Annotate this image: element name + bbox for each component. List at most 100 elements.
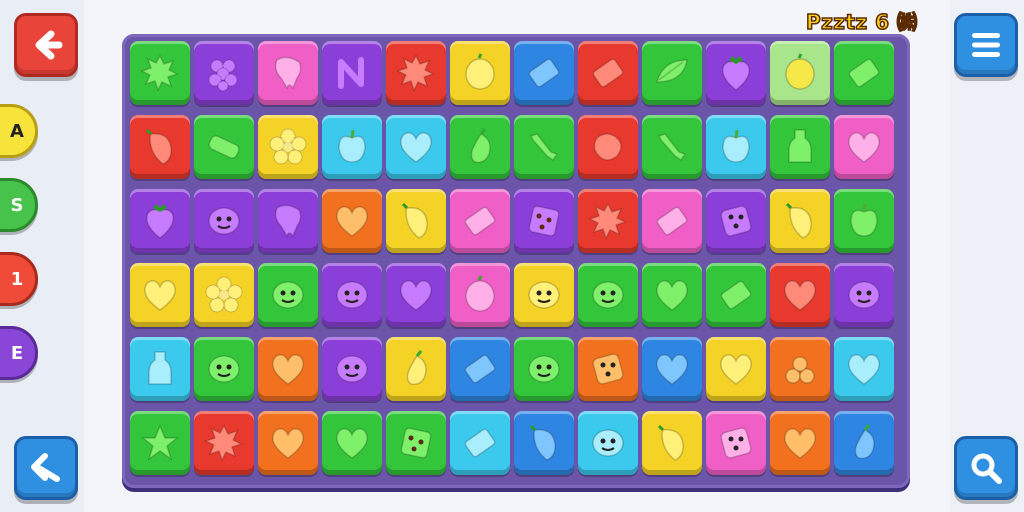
tile[interactable] <box>450 337 510 401</box>
tile[interactable] <box>130 41 190 105</box>
tile[interactable] <box>834 189 894 253</box>
tile[interactable] <box>258 411 318 475</box>
tile[interactable] <box>706 115 766 179</box>
tile[interactable] <box>642 41 702 105</box>
tile[interactable] <box>834 263 894 327</box>
tile[interactable] <box>450 115 510 179</box>
tile[interactable] <box>386 41 446 105</box>
tile[interactable] <box>130 115 190 179</box>
bottle-icon <box>148 351 172 385</box>
pepper-icon <box>785 202 812 239</box>
tile[interactable] <box>450 41 510 105</box>
tile[interactable] <box>258 189 318 253</box>
tile[interactable] <box>514 337 574 401</box>
tile[interactable] <box>514 263 574 327</box>
tile[interactable] <box>386 189 446 253</box>
tile[interactable] <box>258 337 318 401</box>
tile[interactable] <box>834 115 894 179</box>
heart-icon <box>784 280 816 311</box>
tile[interactable] <box>578 189 638 253</box>
tile[interactable] <box>194 115 254 179</box>
tile[interactable] <box>770 189 830 253</box>
tile[interactable] <box>770 411 830 475</box>
tile[interactable] <box>130 189 190 253</box>
tile[interactable] <box>258 115 318 179</box>
tile[interactable] <box>258 263 318 327</box>
tile[interactable] <box>706 189 766 253</box>
tile[interactable] <box>642 115 702 179</box>
tile[interactable] <box>578 41 638 105</box>
pepper-icon <box>529 424 556 461</box>
menu-button[interactable] <box>954 13 1018 77</box>
tile[interactable] <box>834 337 894 401</box>
tile[interactable] <box>322 411 382 475</box>
back-button[interactable] <box>14 13 78 77</box>
tile[interactable] <box>514 411 574 475</box>
tile[interactable] <box>642 189 702 253</box>
tile[interactable] <box>642 337 702 401</box>
strawberry-icon <box>722 56 750 91</box>
tile[interactable] <box>642 411 702 475</box>
tile[interactable] <box>386 337 446 401</box>
face-icon <box>272 281 304 309</box>
tile[interactable] <box>130 411 190 475</box>
tile[interactable] <box>322 263 382 327</box>
face-icon <box>208 355 240 383</box>
tile[interactable] <box>450 263 510 327</box>
tile[interactable] <box>706 41 766 105</box>
tile[interactable] <box>514 41 574 105</box>
tile[interactable] <box>706 337 766 401</box>
tile[interactable] <box>642 263 702 327</box>
tile[interactable] <box>578 337 638 401</box>
search-button[interactable] <box>954 436 1018 500</box>
tile[interactable] <box>450 411 510 475</box>
tile[interactable] <box>194 411 254 475</box>
strawberry-icon <box>146 204 174 239</box>
tile[interactable] <box>578 263 638 327</box>
tile[interactable] <box>194 337 254 401</box>
tile[interactable] <box>706 411 766 475</box>
heart-icon <box>848 132 880 163</box>
tile[interactable] <box>322 337 382 401</box>
tile[interactable] <box>194 263 254 327</box>
tile[interactable] <box>386 411 446 475</box>
heart-icon <box>656 354 688 385</box>
lemon-icon <box>465 53 495 90</box>
tile[interactable] <box>130 337 190 401</box>
tile[interactable] <box>194 189 254 253</box>
apple-icon <box>338 129 366 163</box>
undo-button[interactable] <box>14 436 78 500</box>
block-icon <box>848 58 880 88</box>
tile[interactable] <box>834 411 894 475</box>
tile[interactable] <box>706 263 766 327</box>
bottle-icon <box>788 129 812 163</box>
tile[interactable] <box>770 263 830 327</box>
tile[interactable] <box>450 189 510 253</box>
heart-icon <box>336 428 368 459</box>
side-tab-label: S <box>10 194 24 216</box>
tile[interactable] <box>578 115 638 179</box>
tile[interactable] <box>322 41 382 105</box>
tile[interactable] <box>386 263 446 327</box>
tile[interactable] <box>386 115 446 179</box>
tile[interactable] <box>258 41 318 105</box>
tile[interactable] <box>834 41 894 105</box>
tile[interactable] <box>130 263 190 327</box>
tile[interactable] <box>578 411 638 475</box>
tile[interactable] <box>322 115 382 179</box>
block-icon <box>528 58 560 88</box>
tile[interactable] <box>194 41 254 105</box>
tile[interactable] <box>770 41 830 105</box>
eggplant-icon <box>854 424 875 460</box>
face-icon <box>336 355 368 383</box>
heart-icon <box>400 132 432 163</box>
tile[interactable] <box>514 115 574 179</box>
tooth-icon <box>274 204 302 238</box>
tile[interactable] <box>770 115 830 179</box>
tile[interactable] <box>322 189 382 253</box>
tooth-icon <box>274 56 302 90</box>
tile[interactable] <box>770 337 830 401</box>
tile[interactable] <box>514 189 574 253</box>
pepper-icon <box>657 424 684 461</box>
dice-icon <box>720 427 752 459</box>
